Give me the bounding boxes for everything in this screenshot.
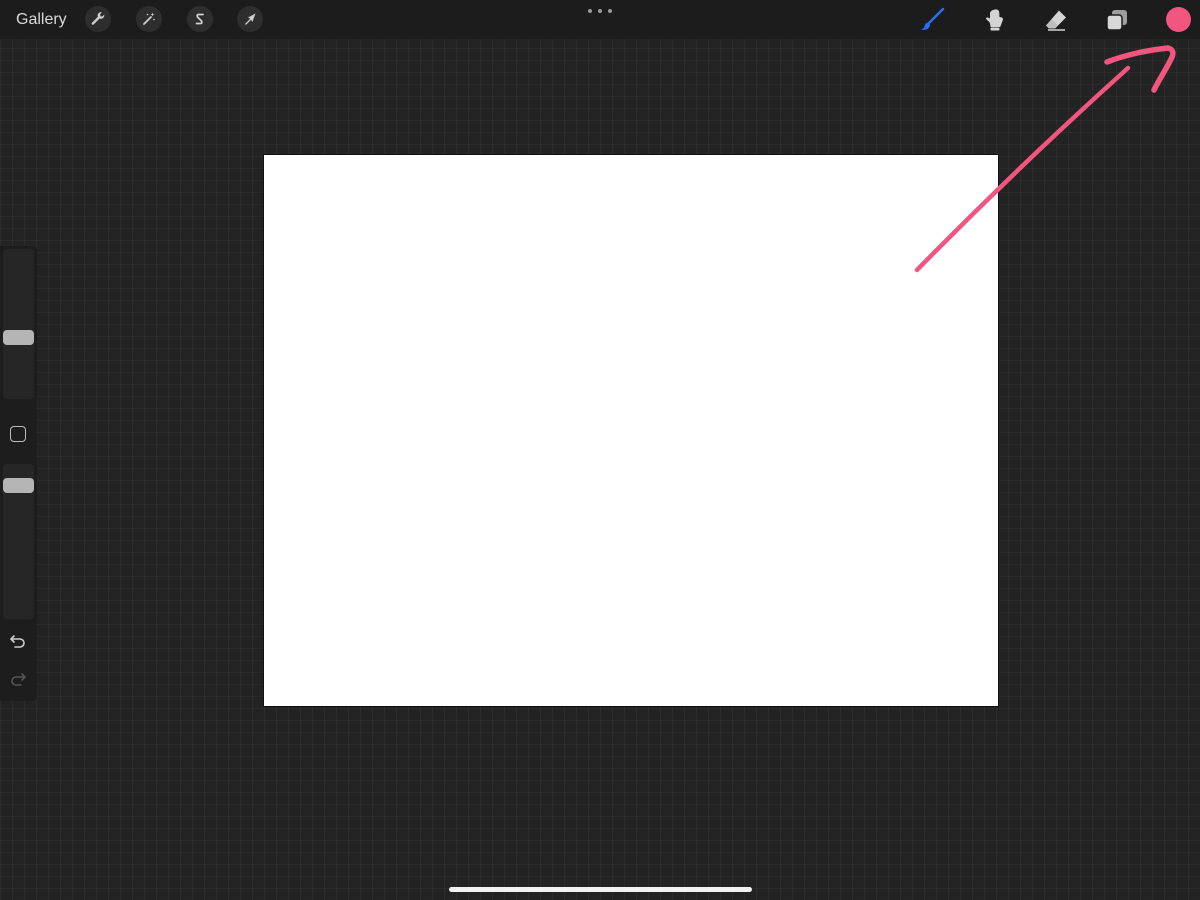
adjustments-button[interactable] [136, 6, 162, 32]
home-indicator[interactable] [449, 887, 752, 892]
undo-icon[interactable] [8, 631, 28, 651]
paint-tool-button[interactable] [917, 5, 947, 35]
layers-icon [1106, 10, 1127, 31]
gallery-button[interactable]: Gallery [16, 10, 67, 30]
brush-size-slider[interactable] [3, 249, 34, 399]
layers-tool-button[interactable] [1102, 5, 1132, 35]
drawing-canvas[interactable] [264, 155, 998, 706]
transform-button[interactable] [237, 6, 263, 32]
opacity-slider[interactable] [3, 464, 34, 619]
eraser-tool-button[interactable] [1041, 5, 1071, 35]
transform-arrow-icon [245, 13, 256, 25]
wrench-icon [91, 12, 105, 25]
dot [608, 9, 612, 13]
smudge-finger-icon [986, 9, 1003, 31]
dot [598, 9, 602, 13]
brush-size-thumb[interactable] [3, 330, 34, 345]
selection-button[interactable] [187, 6, 213, 32]
more-dots-icon[interactable] [588, 6, 612, 16]
dot [588, 9, 592, 13]
eraser-icon [1046, 10, 1066, 31]
redo-icon[interactable] [8, 669, 28, 689]
color-swatch[interactable] [1166, 7, 1191, 32]
smudge-tool-button[interactable] [979, 5, 1009, 35]
opacity-thumb[interactable] [3, 478, 34, 493]
square-modify-icon[interactable] [10, 426, 26, 442]
brush-icon [921, 7, 945, 30]
arrow-head [1104, 45, 1176, 93]
selection-s-icon [195, 13, 204, 25]
actions-button[interactable] [85, 6, 111, 32]
magic-wand-icon [143, 12, 155, 25]
top-toolbar: Gallery [0, 0, 1200, 39]
brush-sidebar [0, 246, 37, 701]
